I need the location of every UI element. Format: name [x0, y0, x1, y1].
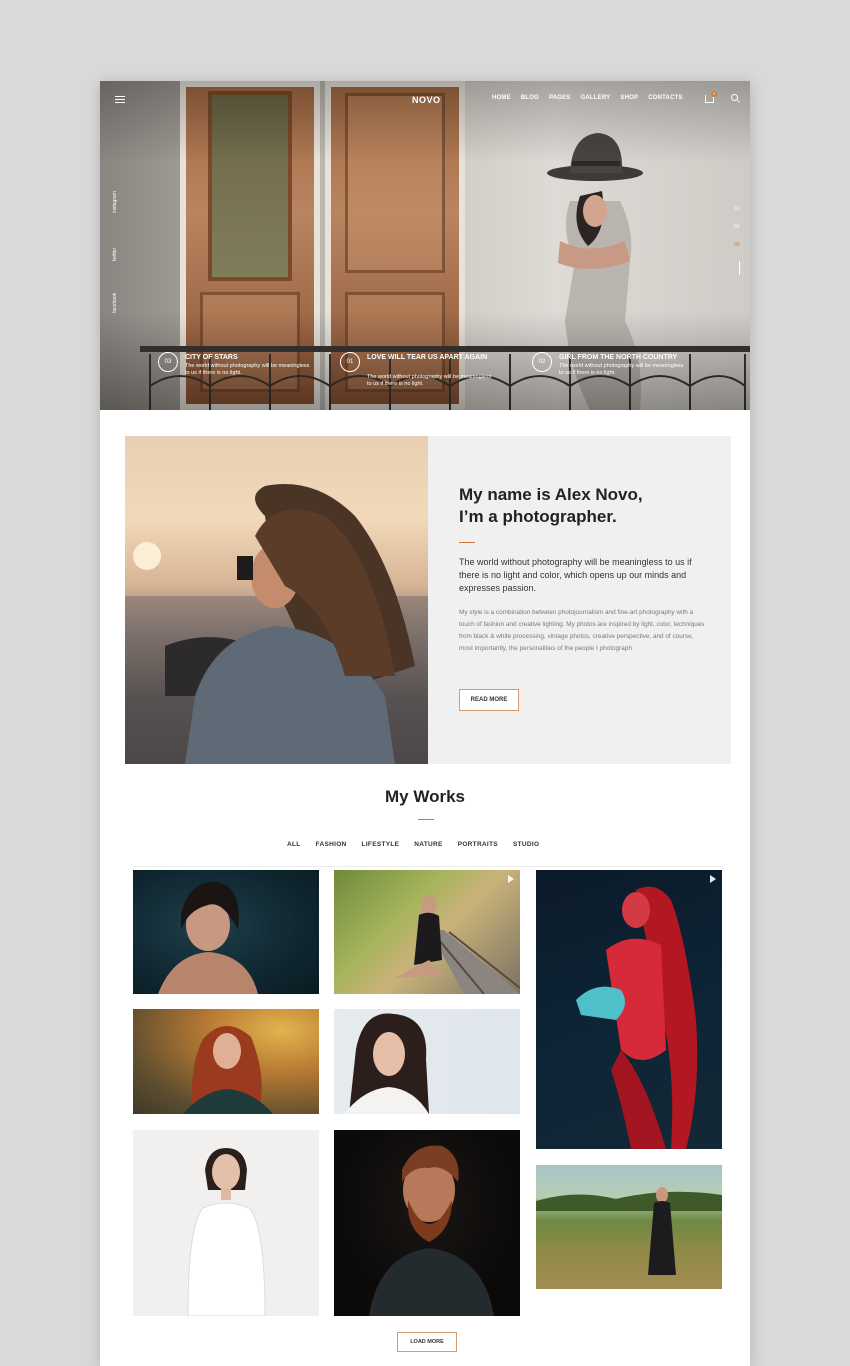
about-text: My name is Alex Novo, I’m a photographer… — [459, 484, 709, 655]
video-play-icon[interactable] — [710, 875, 716, 883]
gallery-item[interactable] — [334, 870, 520, 994]
slide-caption-number: 02 — [532, 352, 552, 372]
slide-caption-title: GIRL FROM THE NORTH COUNTRY — [559, 354, 678, 361]
slider-page-1[interactable]: 01 — [734, 206, 746, 224]
slider-progress-line — [739, 261, 740, 275]
slide-captions: 03 CITY OF STARS The world without photo… — [100, 350, 750, 410]
slide-caption-title: CITY OF STARS — [185, 354, 238, 361]
nav-item-home[interactable]: HOME — [490, 95, 513, 101]
slide-caption-number: 03 — [158, 352, 178, 372]
nav-item-contacts[interactable]: CONTACTS — [648, 95, 683, 101]
nav-item-shop[interactable]: SHOP — [620, 95, 638, 101]
hero-slider: NOVO HOME BLOG PAGES GALLERY SHOP CONTAC… — [100, 81, 750, 410]
social-link-facebook[interactable]: facebook — [112, 293, 118, 313]
filter-fashion[interactable]: FASHION — [316, 841, 347, 848]
works-title: My Works — [385, 787, 465, 806]
works-filters: ALL FASHION LIFESTYLE NATURE PORTRAITS S… — [285, 841, 539, 848]
slide-caption-number: 01 — [340, 352, 360, 372]
logo[interactable]: NOVO — [412, 95, 441, 105]
filter-lifestyle[interactable]: LIFESTYLE — [362, 841, 400, 848]
read-more-button[interactable]: READ MORE — [459, 689, 519, 711]
about-photo — [125, 436, 428, 764]
gallery-item[interactable] — [133, 1130, 319, 1316]
about-lead: The world without photography will be me… — [459, 557, 692, 593]
slider-page-2[interactable]: 02 — [734, 224, 746, 242]
nav-item-gallery[interactable]: GALLERY — [581, 95, 611, 101]
slide-caption-title: LOVE WILL TEAR US APART AGAIN — [367, 354, 488, 361]
page: NOVO HOME BLOG PAGES GALLERY SHOP CONTAC… — [100, 81, 750, 1366]
about-section: My name is Alex Novo, I’m a photographer… — [125, 436, 731, 764]
about-title-line-1: My name is Alex Novo, — [459, 485, 643, 504]
slide-caption[interactable]: 03 CITY OF STARS The world without photo… — [158, 350, 338, 400]
slide-caption-desc: The world without photography will be me… — [185, 363, 310, 376]
video-play-icon[interactable] — [508, 875, 514, 883]
filter-all[interactable]: ALL — [285, 841, 303, 848]
nav-item-blog[interactable]: BLOG — [521, 95, 539, 101]
slide-caption-desc: The world without photography will be me… — [367, 374, 492, 387]
slide-caption[interactable]: 01 LOVE WILL TEAR US APART AGAIN The wor… — [340, 350, 520, 400]
about-title-line-2: I’m a photographer. — [459, 507, 617, 526]
gallery-item[interactable] — [133, 1009, 319, 1114]
gallery-item[interactable] — [334, 1130, 520, 1316]
search-icon[interactable] — [731, 94, 738, 101]
hamburger-menu-icon[interactable] — [115, 96, 125, 103]
about-body: My style is a combination between photoj… — [459, 609, 705, 652]
slide-caption-desc: The world without photography will be me… — [559, 363, 684, 376]
gallery-item[interactable] — [133, 870, 319, 994]
gallery-item[interactable] — [536, 870, 722, 1149]
gallery-item[interactable] — [536, 1165, 722, 1289]
load-more-button[interactable]: LOAD MORE — [397, 1332, 457, 1352]
main-menu: HOME BLOG PAGES GALLERY SHOP CONTACTS — [490, 95, 683, 101]
filters-rule — [133, 866, 723, 867]
slider-pagination: 01 02 03 — [734, 206, 746, 260]
slide-caption[interactable]: 02 GIRL FROM THE NORTH COUNTRY The world… — [532, 350, 712, 400]
social-link-twitter[interactable]: twitter — [112, 248, 118, 261]
social-link-instagram[interactable]: instagram — [112, 191, 118, 213]
filter-portraits[interactable]: PORTRAITS — [458, 841, 498, 848]
filter-nature[interactable]: NATURE — [414, 841, 442, 848]
cart-count-badge: 0 — [711, 91, 717, 97]
about-title: My name is Alex Novo, I’m a photographer… — [459, 484, 709, 528]
social-links: instagram twitter facebook — [109, 173, 121, 323]
gallery-item[interactable] — [334, 1009, 520, 1114]
nav-item-pages[interactable]: PAGES — [549, 95, 571, 101]
about-divider — [459, 542, 475, 543]
filter-studio[interactable]: STUDIO — [513, 841, 539, 848]
works-divider — [418, 819, 434, 820]
top-nav: NOVO HOME BLOG PAGES GALLERY SHOP CONTAC… — [100, 81, 750, 119]
slider-page-3[interactable]: 03 — [734, 242, 746, 260]
